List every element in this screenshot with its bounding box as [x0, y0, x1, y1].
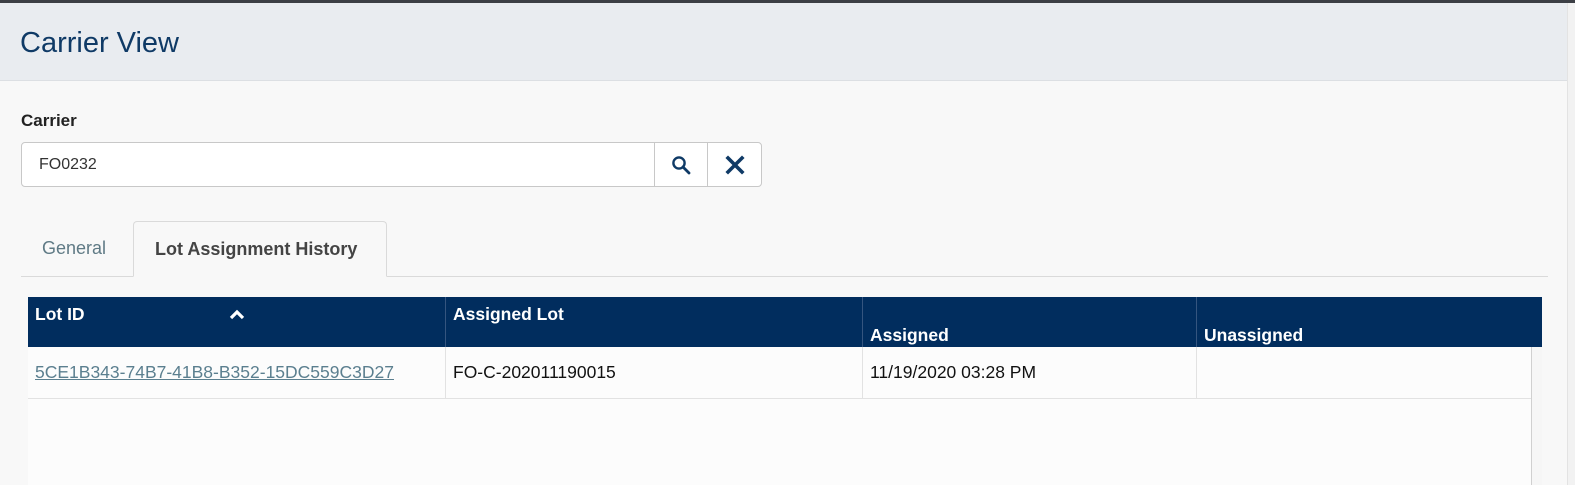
column-header-label: Lot ID — [35, 304, 85, 324]
page-header: Carrier View — [0, 3, 1567, 81]
column-header-assigned-lot[interactable]: Assigned Lot — [446, 297, 863, 347]
clear-button[interactable] — [707, 143, 761, 186]
page-title: Carrier View — [20, 27, 180, 59]
search-icon — [672, 155, 691, 174]
column-header-lot-id[interactable]: Lot ID — [28, 297, 446, 347]
close-icon — [725, 154, 745, 175]
tab-lot-assignment-history[interactable]: Lot Assignment History — [133, 221, 387, 277]
cell-assigned-lot: FO-C-202011190015 — [446, 347, 863, 398]
sort-ascending-icon — [229, 309, 245, 320]
tab-bar: General Lot Assignment History — [21, 221, 1548, 277]
lot-id-link[interactable]: 5CE1B343-74B7-41B8-B352-15DC559C3D27 — [35, 362, 394, 382]
search-button[interactable] — [653, 143, 708, 186]
carrier-label: Carrier — [21, 111, 77, 130]
cell-assigned-datetime: 11/19/2020 03:28 PM — [863, 347, 1197, 398]
grid-scrollbar[interactable] — [1531, 347, 1542, 485]
tab-general[interactable]: General — [21, 221, 127, 276]
cell-unassigned-datetime — [1197, 347, 1531, 398]
table-row: 5CE1B343-74B7-41B8-B352-15DC559C3D27 FO-… — [28, 347, 1531, 399]
column-header-label: Assigned Lot — [453, 304, 564, 324]
carrier-input[interactable] — [22, 143, 654, 186]
cell-lot-id: 5CE1B343-74B7-41B8-B352-15DC559C3D27 — [28, 347, 446, 398]
column-header-unassigned-datetime[interactable]: Unassigned Date/Time — [1197, 297, 1542, 366]
lot-assignment-grid: Lot ID Assigned Lot Assigned Date/Time U… — [28, 297, 1542, 485]
page-scrollbar[interactable] — [1567, 3, 1575, 485]
grid-header: Lot ID Assigned Lot Assigned Date/Time U… — [28, 297, 1542, 366]
carrier-search-group — [21, 142, 762, 187]
column-header-assigned-datetime[interactable]: Assigned Date/Time — [863, 297, 1197, 366]
